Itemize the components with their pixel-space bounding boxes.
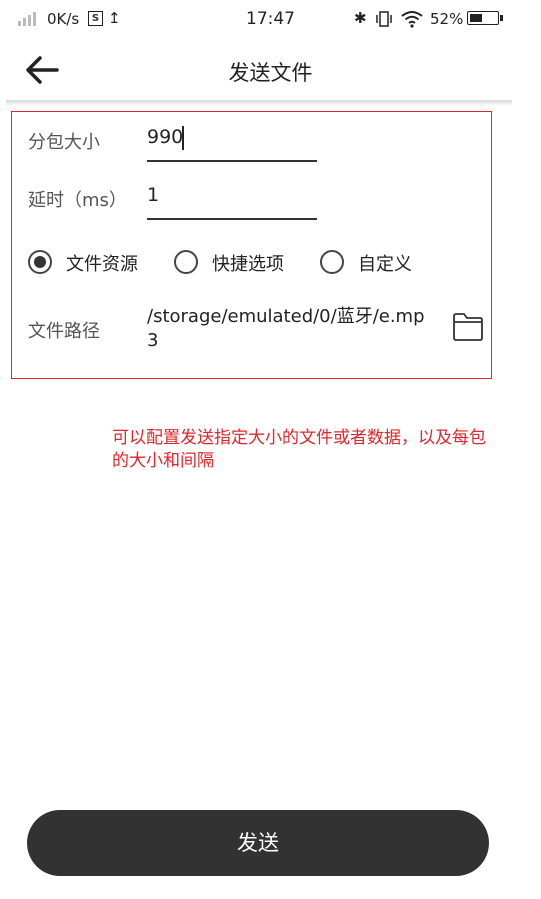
radio-file-source[interactable]: 文件资源 bbox=[28, 250, 158, 276]
packet-size-input[interactable] bbox=[147, 126, 317, 148]
radio-selected-icon bbox=[28, 250, 52, 274]
page-title: 发送文件 bbox=[228, 61, 313, 85]
delay-input[interactable] bbox=[147, 184, 317, 206]
radio-label: 快捷选项 bbox=[212, 254, 284, 275]
send-button[interactable]: 发送 bbox=[27, 810, 489, 876]
wifi-icon bbox=[401, 11, 423, 28]
send-settings-panel: 分包大小 延时（ms） 文件资源 快捷选项 自定义 文件路径 /storage/… bbox=[11, 111, 492, 379]
packet-size-label: 分包大小 bbox=[28, 132, 100, 153]
packet-size-underline bbox=[147, 160, 317, 162]
radio-quick-options[interactable]: 快捷选项 bbox=[174, 250, 304, 276]
header-divider bbox=[6, 100, 512, 106]
bluetooth-icon: ✱ bbox=[354, 9, 367, 27]
status-bar: 0K/s S ↥ 17:47 ✱ 52% bbox=[0, 0, 541, 40]
battery-icon bbox=[467, 11, 503, 25]
battery-percent: 52% bbox=[430, 10, 464, 28]
vibrate-icon bbox=[376, 11, 392, 27]
radio-unselected-icon bbox=[320, 250, 344, 274]
radio-unselected-icon bbox=[174, 250, 198, 274]
text-caret bbox=[182, 126, 184, 150]
file-path-value: /storage/emulated/0/蓝牙/e.mp3 bbox=[147, 306, 425, 351]
folder-icon[interactable] bbox=[452, 312, 484, 342]
delay-label: 延时（ms） bbox=[28, 190, 127, 211]
annotation-note: 可以配置发送指定大小的文件或者数据，以及每包的大小和间隔 bbox=[112, 428, 486, 471]
file-path-label: 文件路径 bbox=[28, 321, 100, 342]
radio-label: 文件资源 bbox=[66, 254, 138, 275]
radio-custom[interactable]: 自定义 bbox=[320, 250, 430, 276]
radio-label: 自定义 bbox=[358, 254, 412, 275]
delay-underline bbox=[147, 218, 317, 220]
